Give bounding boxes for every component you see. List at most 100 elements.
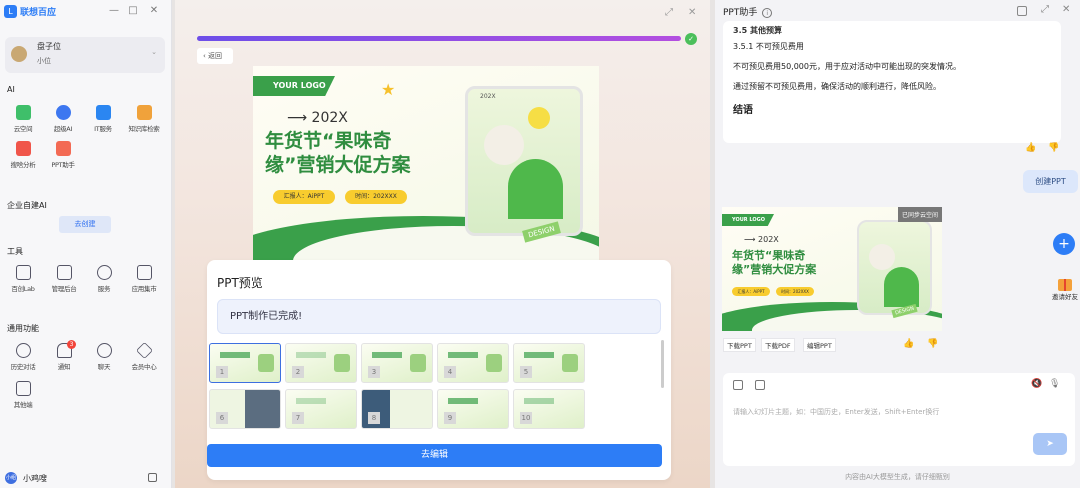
diamond-icon xyxy=(135,342,153,359)
edit-button[interactable]: 去编辑 xyxy=(207,444,662,467)
thumbnail[interactable]: 10 xyxy=(513,389,585,429)
thumbs-up-icon[interactable]: 👍 xyxy=(903,339,914,349)
sidebar-item-lab[interactable]: 百创Lab xyxy=(5,265,41,293)
sidebar-item-market[interactable]: 应用集市 xyxy=(126,265,162,293)
invite-friends-button[interactable]: 邀请好友 xyxy=(1052,279,1078,313)
microphone-icon[interactable]: 🎙 xyxy=(1049,379,1060,389)
chart-icon xyxy=(15,141,31,156)
avatar: 小组 xyxy=(5,472,17,484)
clock-icon xyxy=(15,343,31,358)
avatar xyxy=(11,46,27,62)
completion-message: PPT制作已完成! xyxy=(217,299,661,334)
sidebar-item-notice[interactable]: 3 通知 xyxy=(46,340,82,371)
bottom-user-name: 小鸡嗖 xyxy=(23,473,47,483)
thumbnail[interactable]: 9 xyxy=(437,389,509,429)
thumbnail[interactable]: 7 xyxy=(285,389,357,429)
sidebar-item-admin[interactable]: 管理后台 xyxy=(46,265,82,293)
maximize-button[interactable]: □ xyxy=(127,5,139,17)
image-icon[interactable] xyxy=(755,380,765,390)
slide-preview: YOUR LOGO ⟶ 202X 年货节“果味奇 缘”营销大促方案 汇报人：Ai… xyxy=(253,66,599,260)
ppt-preview-pane: ⤢ ✕ ✓ ‹ 返回 YOUR LOGO ⟶ 202X 年货节“果味奇 缘”营销… xyxy=(175,0,710,488)
chat-input[interactable]: 请输入幻灯片主题，如：中国历史，Enter发送，Shift+Enter换行 xyxy=(733,407,939,417)
slide-reporter: 汇报人：AiPPT xyxy=(273,190,335,204)
thumbs-down-icon[interactable]: 👎 xyxy=(927,339,938,349)
sidebar-item-chat[interactable]: 聊天 xyxy=(86,343,122,371)
section-ai: AI xyxy=(7,85,15,94)
book-icon xyxy=(136,105,152,120)
user-switcher[interactable]: 盘子位 小位 ⌄ xyxy=(5,37,165,73)
download-ppt-button[interactable]: 下载PPT xyxy=(723,338,756,352)
sidebar-item-analysis[interactable]: 搜啥分析 xyxy=(5,141,41,169)
sidebar-item-devices[interactable]: 其他端 xyxy=(5,381,41,409)
minimize-button[interactable]: — xyxy=(108,5,120,17)
thumbnail[interactable]: 6 xyxy=(209,389,281,429)
user-subname: 小位 xyxy=(37,57,51,65)
synced-badge: 已同步云空间 xyxy=(897,207,942,222)
ai-icon xyxy=(55,105,71,120)
slide-year: ⟶ 202X xyxy=(287,110,348,126)
brand-mark-icon: L xyxy=(4,4,17,18)
section-enterprise: 企业自建AI xyxy=(7,201,47,210)
progress-bar xyxy=(197,36,681,41)
file-icon[interactable] xyxy=(733,380,743,390)
expand-icon[interactable]: ⤢ xyxy=(665,7,673,18)
sidebar-item-knowledge[interactable]: 知识库检索 xyxy=(126,105,162,133)
edit-ppt-button[interactable]: 编辑PPT xyxy=(803,338,836,352)
thumbnail[interactable]: 1 xyxy=(209,343,281,383)
close-icon[interactable]: ✕ xyxy=(688,7,696,18)
thumbnail[interactable]: 5 xyxy=(513,343,585,383)
user-name: 盘子位 xyxy=(37,42,61,51)
add-button[interactable]: + xyxy=(1053,233,1075,255)
slide-arch xyxy=(884,267,919,307)
chat-input-box[interactable]: 🔇 🎙 请输入幻灯片主题，如：中国历史，Enter发送，Shift+Enter换… xyxy=(723,373,1075,466)
expand-icon[interactable]: ⤢ xyxy=(1041,4,1049,15)
sidebar-item-history[interactable]: 历史对话 xyxy=(5,343,41,371)
close-icon[interactable]: ✕ xyxy=(1062,4,1070,15)
sidebar: L 联想百应 — □ ✕ 盘子位 小位 ⌄ AI 云空间 超级AI IT服务 知… xyxy=(0,0,172,488)
thumbnail[interactable]: 2 xyxy=(285,343,357,383)
slide-phone: 202X xyxy=(465,86,583,236)
mute-icon[interactable]: 🔇 xyxy=(1031,379,1042,389)
thumbnail[interactable]: 3 xyxy=(361,343,433,383)
cow-icon xyxy=(484,125,524,165)
dashboard-icon xyxy=(56,265,72,280)
slide-logo: YOUR LOGO xyxy=(722,214,774,226)
sidebar-item-super-ai[interactable]: 超级AI xyxy=(45,105,81,133)
slide-date: 时间：202XXX xyxy=(776,287,814,296)
thumbs-down-icon[interactable]: 👎 xyxy=(1048,143,1059,153)
devices-icon xyxy=(15,381,31,396)
star-icon: ★ xyxy=(381,80,396,99)
notice-badge: 3 xyxy=(67,340,76,349)
thumbnail-scrollbar[interactable] xyxy=(661,340,664,388)
user-message: 创建PPT xyxy=(1023,170,1078,193)
sidebar-item-service[interactable]: 服务 xyxy=(86,265,122,293)
thumbs-up-icon[interactable]: 👍 xyxy=(1025,143,1036,153)
sidebar-item-cloud[interactable]: 云空间 xyxy=(5,105,41,133)
close-button[interactable]: ✕ xyxy=(148,5,160,17)
share-icon[interactable] xyxy=(1017,6,1027,16)
sidebar-item-it-service[interactable]: IT服务 xyxy=(85,105,121,133)
cloud-icon xyxy=(15,105,31,120)
disclaimer: 内容由AI大模型生成，请仔细甄别 xyxy=(845,473,950,481)
sidebar-item-ppt[interactable]: PPT助手 xyxy=(45,141,81,169)
cow-icon xyxy=(869,244,895,270)
create-button[interactable]: 去创建 xyxy=(59,216,111,233)
bag-icon xyxy=(136,265,152,280)
check-icon: ✓ xyxy=(685,33,697,45)
sidebar-item-member[interactable]: 会员中心 xyxy=(126,342,162,371)
send-button[interactable]: ➤ xyxy=(1033,433,1067,455)
thumbnail[interactable]: 4 xyxy=(437,343,509,383)
download-pdf-button[interactable]: 下载PDF xyxy=(761,338,795,352)
bottom-user[interactable]: 小组 小鸡嗖 xyxy=(5,472,47,484)
brand-logo: L 联想百应 xyxy=(4,4,72,18)
lock-icon[interactable] xyxy=(148,473,157,482)
info-icon[interactable]: i xyxy=(762,8,773,18)
chevron-down-icon: ⌄ xyxy=(151,48,157,56)
generated-slide[interactable]: YOUR LOGO ⟶ 202X 年货节“果味奇 缘”营销大促方案 汇报人：Ai… xyxy=(722,207,942,331)
headset-icon xyxy=(96,265,112,280)
back-button[interactable]: ‹ 返回 xyxy=(197,48,233,64)
section-tools: 工具 xyxy=(7,247,23,256)
monitor-icon xyxy=(95,105,111,120)
thumbnail[interactable]: 8 xyxy=(361,389,433,429)
panel-title: PPT助手 i xyxy=(723,5,773,18)
